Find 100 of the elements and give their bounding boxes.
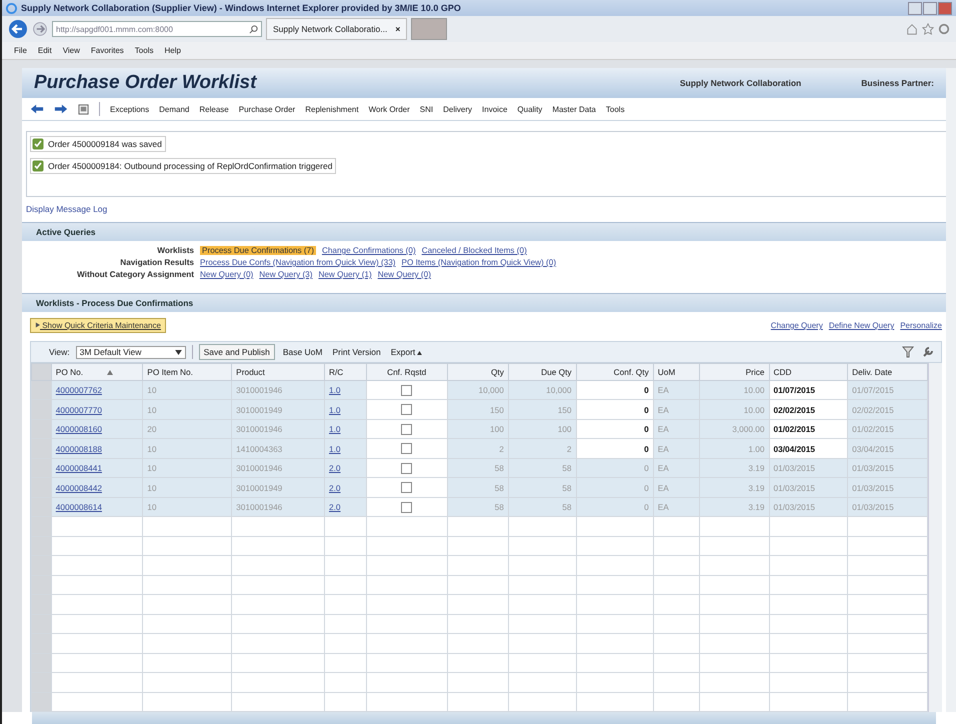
column-header[interactable]: UoM <box>653 364 700 380</box>
row-selector[interactable] <box>32 672 52 692</box>
nav-menu-item[interactable]: Release <box>199 104 229 114</box>
input-field[interactable]: 0 <box>576 419 654 439</box>
new-tab-button[interactable] <box>411 18 448 40</box>
input-field[interactable]: 01/07/2015 <box>769 380 848 400</box>
menu-item[interactable]: File <box>14 46 27 55</box>
nav-menu-item[interactable]: Purchase Order <box>238 104 296 114</box>
po-number-link[interactable]: 4000008160 <box>56 424 102 434</box>
forward-icon[interactable] <box>32 21 48 37</box>
column-header[interactable]: PO No. <box>51 364 143 380</box>
column-header[interactable]: R/C <box>324 364 366 380</box>
query-link[interactable]: New Query (0) <box>200 270 254 279</box>
nav-menu-item[interactable]: Tools <box>606 104 625 114</box>
query-link[interactable]: Process Due Confirmations (7) <box>200 246 316 255</box>
row-selector[interactable] <box>32 594 52 614</box>
filter-icon[interactable] <box>901 346 915 358</box>
column-header[interactable]: CDD <box>769 364 848 380</box>
query-link[interactable]: PO Items (Navigation from Quick View) (0) <box>402 258 556 267</box>
toolbar-button[interactable]: Save and Publish <box>198 344 275 360</box>
row-selector[interactable] <box>32 692 52 712</box>
checkbox[interactable] <box>401 424 412 435</box>
checkbox[interactable] <box>401 384 412 396</box>
toolbar-button[interactable]: Base UoM <box>280 346 324 358</box>
input-field[interactable]: 0 <box>576 380 654 400</box>
query-link[interactable]: New Query (3) <box>259 270 312 279</box>
browser-tab[interactable]: Supply Network Collaboratio... × <box>266 18 408 40</box>
checkbox[interactable] <box>401 462 412 474</box>
toolbar-button[interactable]: Print Version <box>330 346 383 358</box>
view-dropdown[interactable]: 3M Default View <box>76 346 186 358</box>
row-selector[interactable] <box>32 438 52 458</box>
row-selector[interactable] <box>32 653 52 673</box>
quick-criteria-button[interactable]: Show Quick Criteria Maintenance <box>30 318 166 333</box>
row-selector[interactable] <box>32 458 52 478</box>
nav-menu-item[interactable]: Work Order <box>368 104 410 114</box>
vertical-scrollbar[interactable] <box>928 363 942 712</box>
nav-menu-item[interactable]: Invoice <box>482 104 508 114</box>
checkbox[interactable] <box>401 482 412 494</box>
input-field[interactable]: 03/04/2015 <box>769 438 848 458</box>
rc-link[interactable]: 1.0 <box>329 444 341 454</box>
wrench-icon[interactable] <box>921 346 935 358</box>
toolbar-button[interactable]: Export <box>388 346 424 358</box>
nav-menu-item[interactable]: SNI <box>420 104 434 114</box>
po-number-link[interactable]: 4000007770 <box>56 404 102 415</box>
rc-link[interactable]: 1.0 <box>329 385 341 396</box>
row-selector[interactable] <box>32 556 52 576</box>
nav-menu-item[interactable]: Replenishment <box>305 104 359 114</box>
forward-arrow-icon[interactable] <box>54 103 68 115</box>
window-icon[interactable] <box>78 104 89 114</box>
rc-link[interactable]: 1.0 <box>329 404 341 415</box>
close-button[interactable] <box>938 2 952 14</box>
po-number-link[interactable]: 4000008614 <box>56 502 102 512</box>
home-icon[interactable] <box>906 23 918 35</box>
search-icon[interactable] <box>249 24 258 34</box>
row-selector[interactable] <box>32 400 52 420</box>
nav-menu-item[interactable]: Quality <box>517 104 542 114</box>
checkbox[interactable] <box>401 443 412 454</box>
input-field[interactable]: 0 <box>576 400 654 420</box>
row-selector[interactable] <box>32 614 52 634</box>
po-number-link[interactable]: 4000007762 <box>56 385 102 396</box>
query-action-link[interactable]: Change Query <box>770 321 823 330</box>
row-selector[interactable] <box>32 419 52 439</box>
input-field[interactable]: 01/02/2015 <box>769 419 848 439</box>
query-action-link[interactable]: Personalize <box>900 321 942 330</box>
back-icon[interactable] <box>8 19 28 39</box>
column-header[interactable]: PO Item No. <box>142 364 232 380</box>
maximize-button[interactable] <box>923 2 937 14</box>
rc-link[interactable]: 1.0 <box>329 424 341 434</box>
column-header[interactable]: Due Qty <box>508 364 576 380</box>
column-header[interactable]: Product <box>232 364 324 380</box>
row-selector[interactable] <box>32 536 52 556</box>
column-header[interactable]: Price <box>699 364 769 380</box>
column-header[interactable]: Cnf. Rqstd <box>366 364 448 380</box>
horizontal-scrollbar[interactable] <box>32 712 936 724</box>
query-link[interactable]: Process Due Confs (Navigation from Quick View) (33) <box>200 258 396 267</box>
nav-menu-item[interactable]: Exceptions <box>110 104 150 114</box>
row-selector[interactable] <box>32 634 52 654</box>
row-selector[interactable] <box>32 478 52 498</box>
row-selector[interactable] <box>32 516 52 536</box>
menu-item[interactable]: Help <box>164 46 181 55</box>
input-field[interactable]: 02/02/2015 <box>769 400 848 420</box>
query-action-link[interactable]: Define New Query <box>828 321 894 330</box>
back-arrow-icon[interactable] <box>30 103 44 115</box>
row-selector[interactable] <box>32 575 52 595</box>
star-icon[interactable] <box>922 23 934 35</box>
select-all-cell[interactable] <box>32 364 52 380</box>
query-link[interactable]: New Query (1) <box>318 270 372 279</box>
column-header[interactable]: Conf. Qty <box>576 364 654 380</box>
po-number-link[interactable]: 4000008442 <box>56 482 102 493</box>
input-field[interactable]: 0 <box>576 438 654 458</box>
page-scrollbar[interactable] <box>946 68 956 712</box>
query-link[interactable]: Change Confirmations (0) <box>322 246 416 255</box>
checkbox[interactable] <box>401 404 412 416</box>
menu-item[interactable]: View <box>62 46 80 55</box>
query-link[interactable]: New Query (0) <box>378 270 431 279</box>
rc-link[interactable]: 2.0 <box>329 463 341 474</box>
column-header[interactable]: Qty <box>447 364 508 380</box>
nav-menu-item[interactable]: Delivery <box>443 104 472 114</box>
message-log-link[interactable]: Display Message Log <box>26 204 108 214</box>
row-selector[interactable] <box>32 380 52 400</box>
